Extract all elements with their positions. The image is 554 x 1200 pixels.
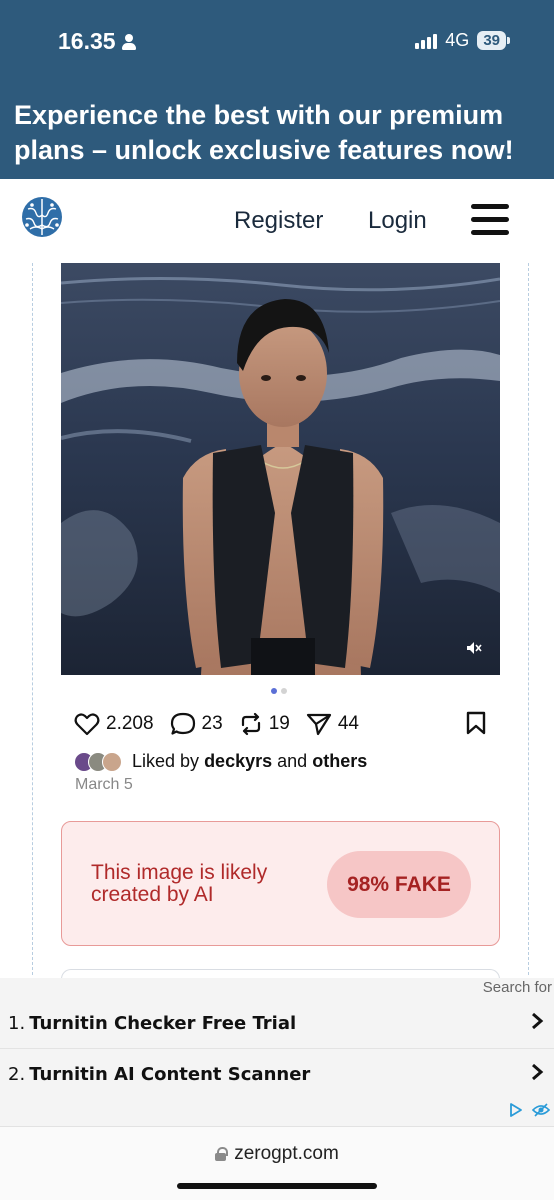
ad-result-text: Turnitin Checker Free Trial (29, 1012, 297, 1034)
liked-by-prefix: Liked by (132, 751, 200, 771)
adchoices[interactable] (508, 1102, 550, 1118)
clock: 16.35 (58, 28, 136, 55)
register-link[interactable]: Register (234, 207, 323, 235)
ad-result-number: 1. (8, 1012, 26, 1034)
hamburger-menu-icon[interactable] (471, 204, 509, 236)
ad-result-2[interactable]: 2. Turnitin AI Content Scanner (0, 1051, 554, 1097)
ad-result-number: 2. (8, 1063, 26, 1085)
dashed-guide-right (528, 263, 529, 975)
like-button[interactable]: 2.208 (74, 712, 154, 736)
carousel-dots[interactable] (271, 688, 287, 694)
liker-avatars[interactable] (74, 751, 122, 772)
comment-icon (170, 712, 195, 735)
login-link[interactable]: Login (368, 207, 427, 235)
send-icon (306, 713, 331, 736)
post-actions: 2.208 23 19 44 (74, 709, 494, 739)
ad-label: Search for (482, 979, 552, 996)
like-count: 2.208 (106, 713, 154, 734)
fake-percentage-badge: 98% FAKE (327, 851, 471, 918)
ad-unit: Search for 1. Turnitin Checker Free Tria… (0, 978, 554, 1126)
result-area: 2.208 23 19 44 Liked by deckyrs and othe… (0, 263, 554, 989)
promo-text: Experience the best with our premium pla… (14, 100, 514, 165)
liked-by-user[interactable]: deckyrs (204, 751, 272, 772)
mute-icon[interactable] (466, 641, 482, 655)
share-count: 44 (337, 713, 359, 734)
avatar (102, 751, 122, 772)
carousel-dot-active[interactable] (271, 688, 277, 694)
analyzed-photo[interactable] (61, 263, 500, 675)
post-date: March 5 (75, 776, 133, 793)
status-indicators: 4G 39 (415, 30, 510, 51)
battery-icon: 39 (477, 31, 510, 50)
liked-by: Liked by deckyrs and others (74, 751, 367, 772)
person-icon (121, 33, 136, 50)
bookmark-icon[interactable] (466, 711, 486, 735)
liked-by-others[interactable]: others (312, 751, 367, 772)
network-type: 4G (445, 30, 470, 50)
home-indicator[interactable] (177, 1183, 377, 1189)
repost-count: 19 (268, 713, 290, 734)
verdict-text: This image is likely created by AI (91, 861, 268, 906)
repost-icon (241, 712, 260, 736)
adchoices-play-icon[interactable] (508, 1102, 524, 1118)
divider (0, 1048, 554, 1049)
liked-by-and: and (277, 751, 308, 771)
heart-icon (74, 713, 100, 736)
repost-button[interactable]: 19 (239, 712, 290, 736)
chevron-right-icon (532, 1063, 544, 1081)
status-bar: 16.35 4G 39 (0, 0, 554, 88)
battery-level: 39 (477, 31, 506, 50)
ai-verdict-box: This image is likely created by AI 98% F… (61, 821, 500, 946)
dashed-guide-left (32, 263, 33, 975)
url-display[interactable]: zerogpt.com (0, 1143, 554, 1165)
promo-banner[interactable]: Experience the best with our premium pla… (0, 88, 554, 179)
brain-logo-icon[interactable] (20, 195, 64, 239)
lock-icon (215, 1147, 229, 1161)
ad-result-1[interactable]: 1. Turnitin Checker Free Trial (0, 1000, 554, 1046)
share-button[interactable]: 44 (306, 712, 359, 736)
chevron-right-icon (532, 1012, 544, 1030)
clock-text: 16.35 (58, 28, 116, 54)
ad-result-text: Turnitin AI Content Scanner (29, 1063, 311, 1085)
carousel-dot[interactable] (281, 688, 287, 694)
url-text: zerogpt.com (234, 1143, 339, 1164)
hide-ad-eye-icon[interactable] (532, 1102, 550, 1118)
cellular-signal-icon (415, 33, 438, 49)
comment-count: 23 (201, 713, 223, 734)
comment-button[interactable]: 23 (170, 712, 223, 736)
browser-address-bar[interactable]: zerogpt.com (0, 1126, 554, 1200)
site-header: Register Login (0, 179, 554, 263)
